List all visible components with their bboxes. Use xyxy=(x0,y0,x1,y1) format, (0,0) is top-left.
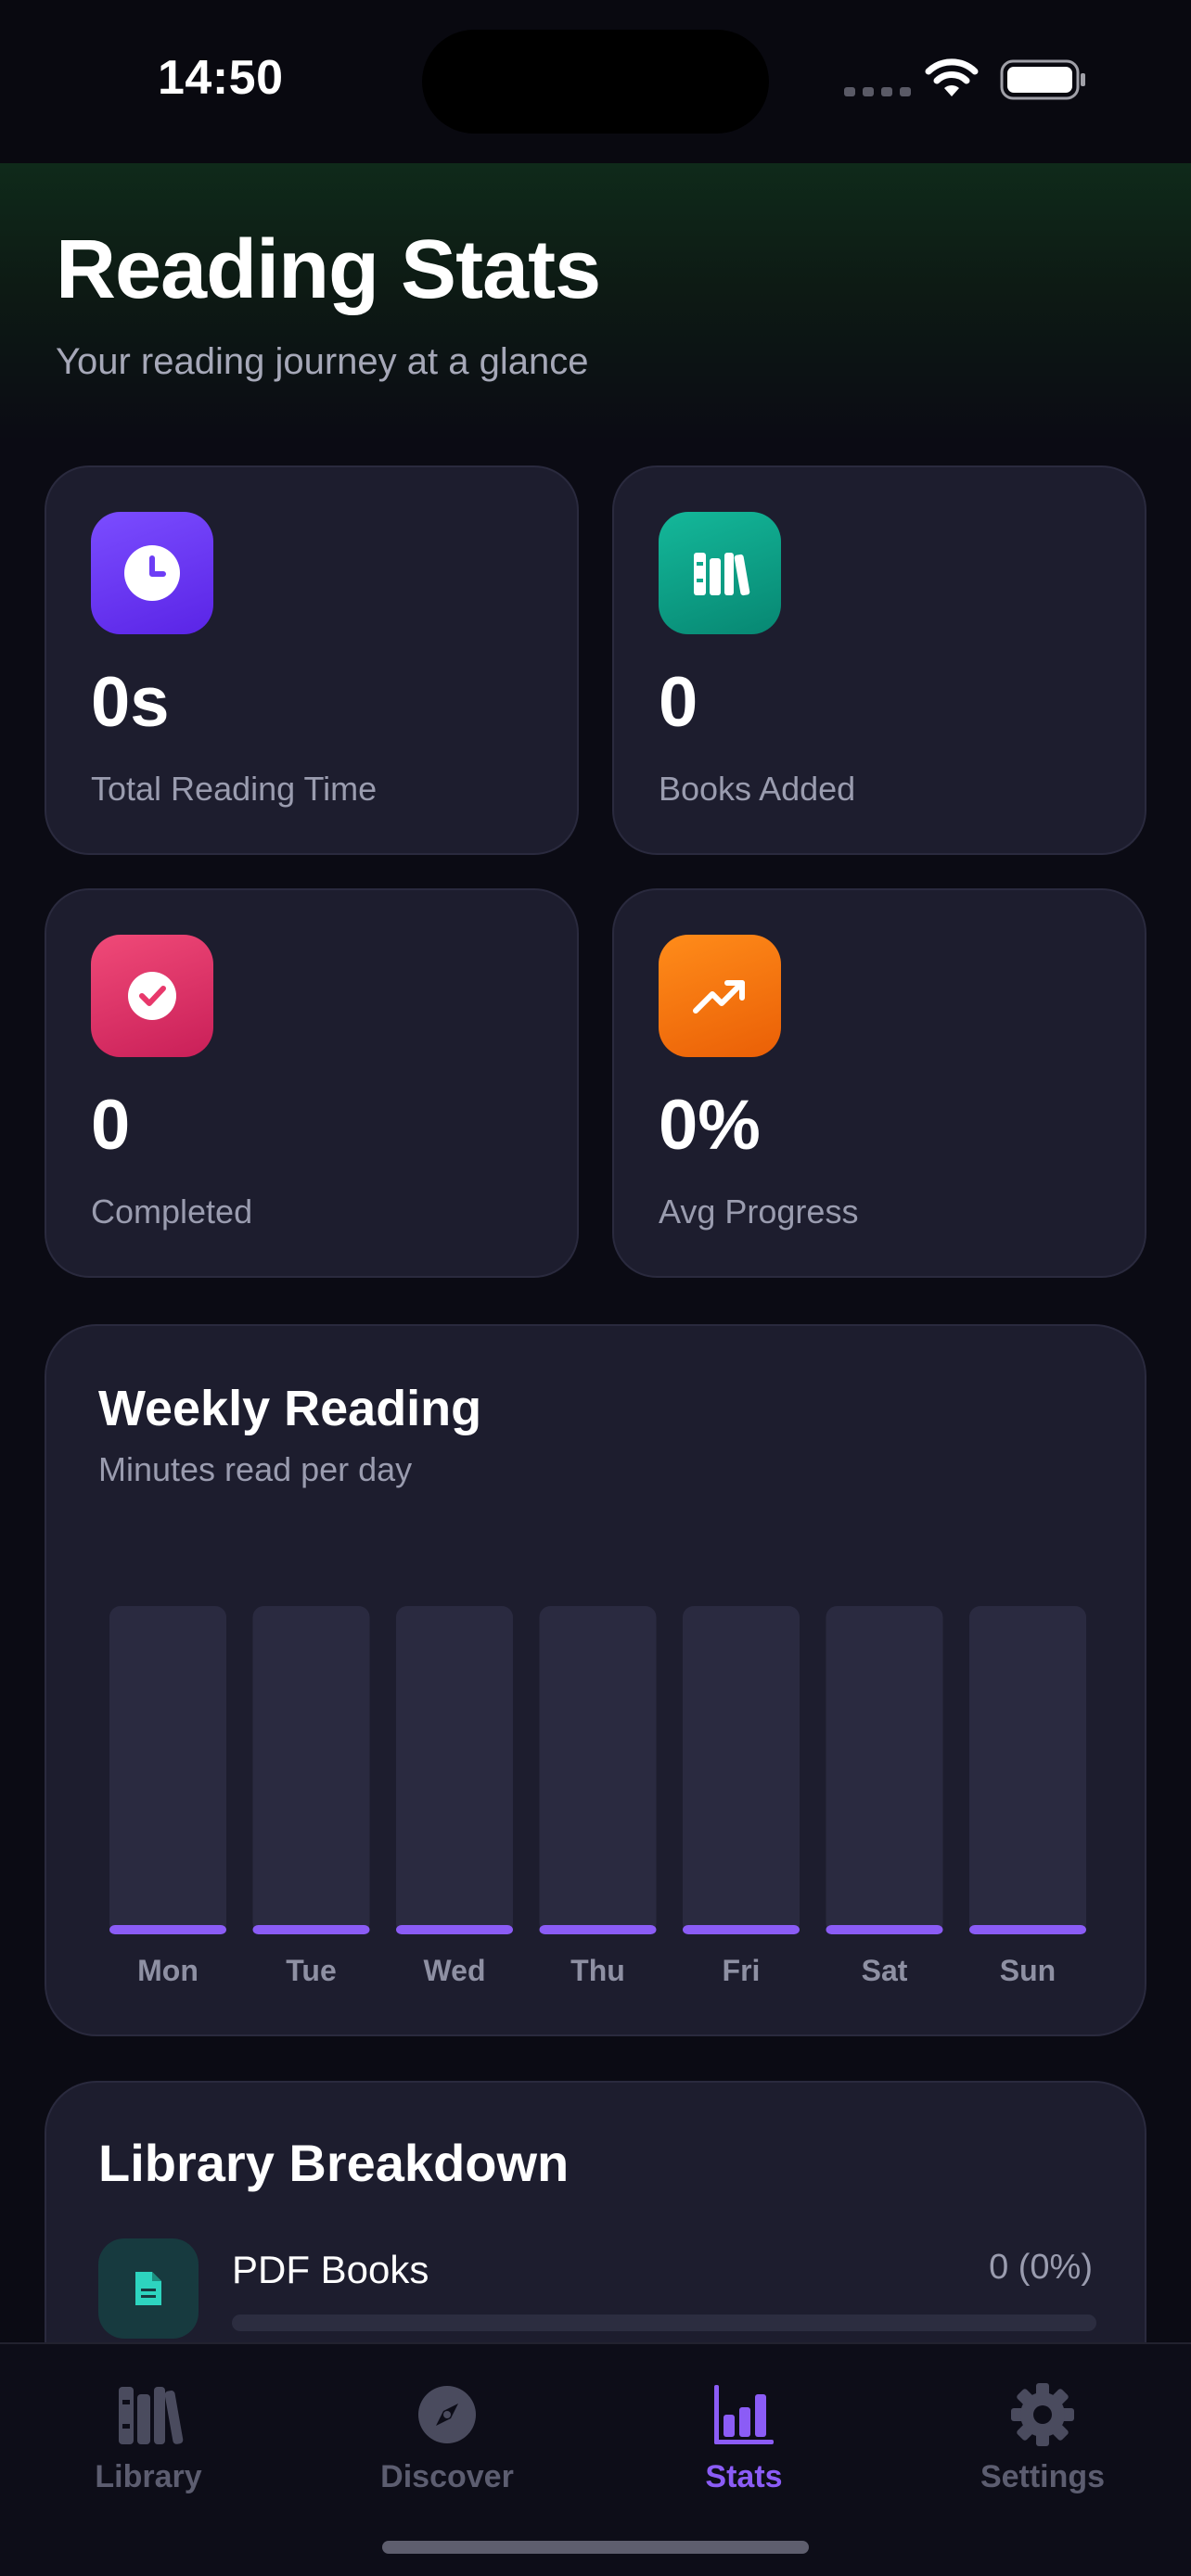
status-time: 14:50 xyxy=(158,51,284,105)
tab-library[interactable]: Library xyxy=(37,2378,260,2517)
bar-track-wed xyxy=(396,1606,513,1934)
tick-label-wed: Wed xyxy=(424,1954,486,1987)
wifi-icon xyxy=(925,58,979,96)
stat-value: 0% xyxy=(659,1086,761,1165)
weekly-bar-chart: Mon Tue Wed Thu Fri Sat Sun xyxy=(109,1606,1086,1987)
bar-tue xyxy=(252,1925,370,1934)
status-bar: 14:50 xyxy=(0,0,1191,163)
bar-track-fri xyxy=(683,1606,800,1934)
bar-track-sat xyxy=(826,1606,943,1934)
check-circle-icon xyxy=(91,935,213,1057)
bar-thu xyxy=(539,1925,657,1934)
bar-track-thu xyxy=(539,1606,657,1934)
tab-discover[interactable]: Discover xyxy=(336,2378,558,2517)
bar-track-sun xyxy=(969,1606,1086,1934)
stat-card-books-added[interactable]: 0 Books Added xyxy=(612,465,1146,855)
stat-label: Total Reading Time xyxy=(91,770,378,808)
stat-value: 0 xyxy=(659,663,698,742)
home-indicator xyxy=(382,2541,809,2554)
clock-icon xyxy=(91,512,213,634)
tab-label: Settings xyxy=(980,2459,1106,2494)
tick-label-thu: Thu xyxy=(570,1954,625,1987)
tab-label: Discover xyxy=(380,2459,514,2494)
tick-label-sun: Sun xyxy=(1000,1954,1056,1987)
bar-sun xyxy=(969,1925,1086,1934)
tick-label-sat: Sat xyxy=(862,1954,908,1987)
stat-label: Avg Progress xyxy=(659,1192,859,1231)
stat-card-completed[interactable]: 0 Completed xyxy=(45,888,579,1278)
stat-card-avg-progress[interactable]: 0% Avg Progress xyxy=(612,888,1146,1278)
stat-label: Completed xyxy=(91,1192,253,1231)
tab-label: Stats xyxy=(705,2459,783,2494)
trending-up-icon xyxy=(659,935,781,1057)
bar-track-tue xyxy=(252,1606,370,1934)
compass-icon xyxy=(418,2386,476,2443)
bar-track-mon xyxy=(109,1606,226,1934)
tab-stats[interactable]: Stats xyxy=(633,2378,855,2517)
library-title: Library Breakdown xyxy=(98,2134,570,2192)
bar-wed xyxy=(396,1925,513,1934)
page-subtitle: Your reading journey at a glance xyxy=(56,341,589,382)
tick-label-mon: Mon xyxy=(137,1954,198,1987)
gear-icon xyxy=(1011,2383,1074,2446)
stat-value: 0 xyxy=(91,1086,131,1165)
library-item-name: PDF Books xyxy=(232,2248,429,2291)
bar-fri xyxy=(683,1925,800,1934)
document-icon xyxy=(98,2238,198,2339)
bar-chart-icon xyxy=(714,2385,774,2444)
stat-value: 0s xyxy=(91,663,170,742)
tab-settings[interactable]: Settings xyxy=(931,2378,1154,2517)
library-item-count: 0 (0%) xyxy=(989,2248,1093,2287)
cellular-signal-icon xyxy=(844,87,911,96)
library-item-progress-track xyxy=(232,2315,1096,2331)
tick-label-fri: Fri xyxy=(723,1954,761,1987)
battery-icon xyxy=(1000,59,1085,100)
tick-label-tue: Tue xyxy=(286,1954,337,1987)
tab-label: Library xyxy=(95,2459,202,2494)
page-title: Reading Stats xyxy=(56,223,601,316)
dynamic-island xyxy=(422,30,769,134)
stat-card-reading-time[interactable]: 0s Total Reading Time xyxy=(45,465,579,855)
books-icon xyxy=(659,512,781,634)
bar-mon xyxy=(109,1925,226,1934)
library-icon xyxy=(119,2387,184,2444)
weekly-reading-card: Weekly Reading Minutes read per day Mon T… xyxy=(45,1324,1146,2036)
bar-sat xyxy=(826,1925,943,1934)
stat-label: Books Added xyxy=(659,770,856,808)
